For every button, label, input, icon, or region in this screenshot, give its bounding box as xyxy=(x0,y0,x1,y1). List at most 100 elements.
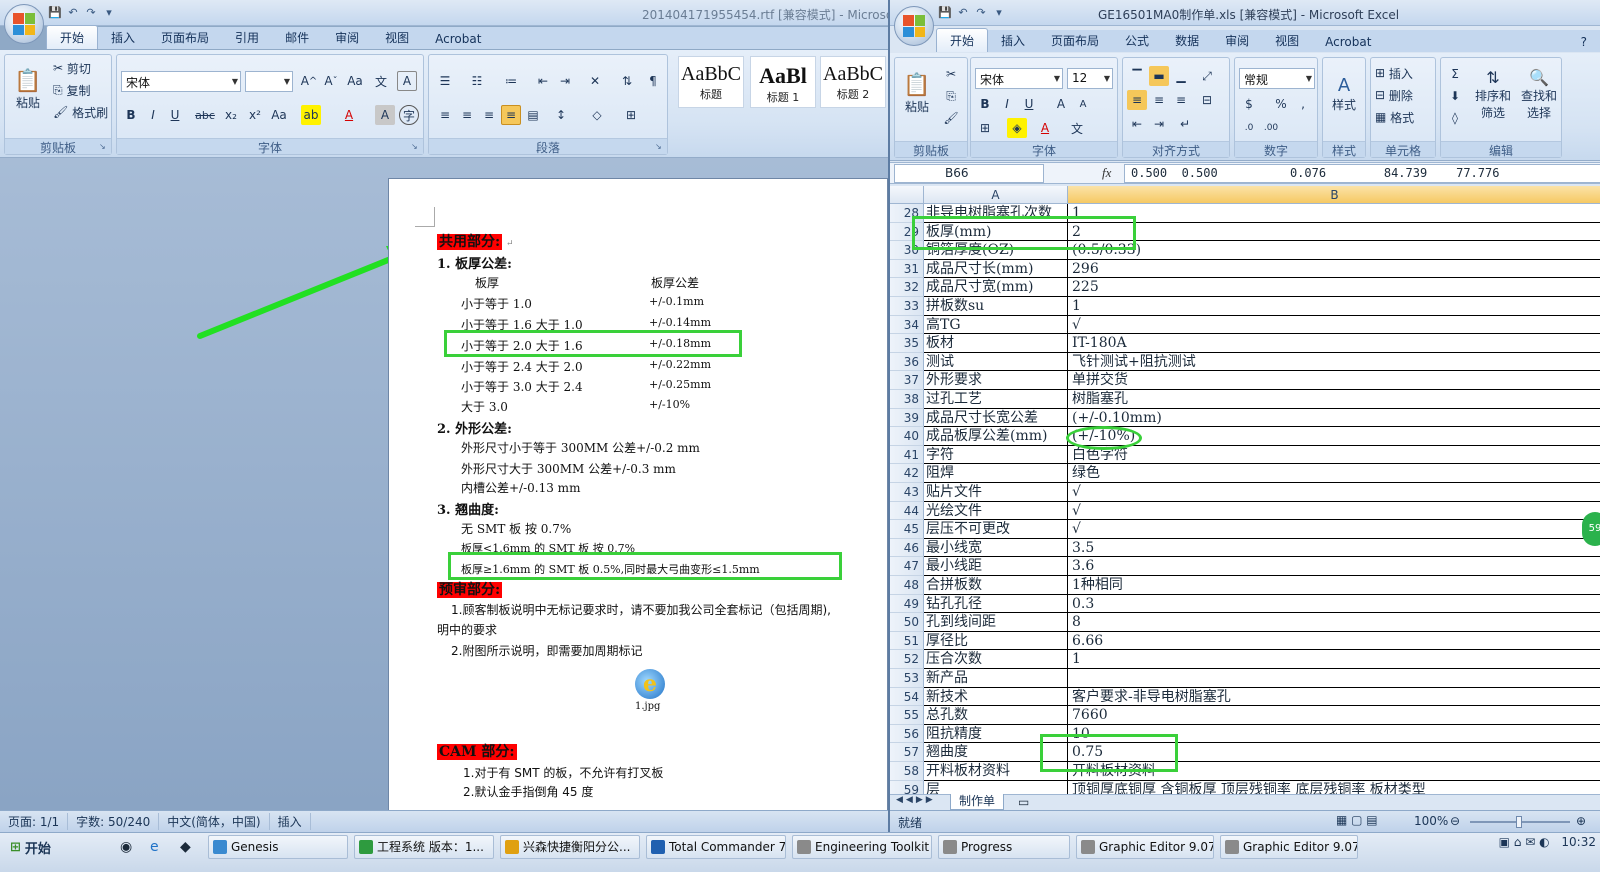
align-right-icon[interactable]: ≡ xyxy=(479,105,499,125)
cell-b[interactable]: 225 xyxy=(1068,278,1600,297)
floating-badge-icon[interactable]: 59 xyxy=(1582,512,1600,546)
sheet-tab-active[interactable]: 制作单 xyxy=(950,794,1005,810)
undo-icon[interactable]: ↶ xyxy=(956,6,970,20)
clear-icon[interactable]: ◊ xyxy=(1445,108,1465,128)
cell-a[interactable]: 层 xyxy=(924,780,1068,794)
cell-a[interactable]: 光绘文件 xyxy=(924,501,1068,521)
status-page[interactable]: 页面: 1/1 xyxy=(0,813,69,830)
percent-icon[interactable]: % xyxy=(1271,94,1291,114)
cut-button[interactable]: ✂ 剪切 xyxy=(53,59,91,77)
cell-a[interactable]: 阻焊 xyxy=(924,464,1068,483)
row-header[interactable]: 56 xyxy=(890,724,924,744)
cell-a[interactable]: 贴片文件 xyxy=(924,483,1068,502)
paste-button[interactable]: 📋 粘贴 xyxy=(9,59,47,121)
font-color-icon[interactable]: A xyxy=(1035,118,1055,138)
clock[interactable]: 10:32 xyxy=(1561,835,1596,849)
taskbar-item[interactable]: Total Commander 7.0... xyxy=(646,835,786,859)
font-size-combo[interactable]: ▼ xyxy=(245,71,293,92)
cell-a[interactable]: 总孔数 xyxy=(924,706,1068,725)
save-icon[interactable]: 💾 xyxy=(48,6,62,20)
enclose-char-icon[interactable]: 字 xyxy=(399,105,419,125)
excel-font-size-combo[interactable]: 12 ▼ xyxy=(1067,68,1113,89)
decrease-indent-icon[interactable]: ⇤ xyxy=(533,71,553,91)
cell-b[interactable]: 1 xyxy=(1068,204,1600,223)
cell-b[interactable]: 1种相同 xyxy=(1068,576,1600,595)
view-buttons-icon[interactable]: ▦ ▢ ▤ xyxy=(1336,813,1378,827)
word-tab-home[interactable]: 开始 xyxy=(46,25,99,49)
row-header[interactable]: 59 xyxy=(890,780,924,794)
cell-b[interactable]: √ xyxy=(1068,316,1600,335)
row-header[interactable]: 44 xyxy=(890,501,924,521)
bold-icon[interactable]: B xyxy=(975,94,995,114)
taskbar-item[interactable]: 兴森快捷衡阳分公... xyxy=(500,835,640,859)
grow-font-icon[interactable]: A xyxy=(1051,94,1071,114)
row-header[interactable]: 41 xyxy=(890,445,924,465)
status-insert-mode[interactable]: 插入 xyxy=(270,813,311,830)
tray-icons[interactable]: ▣ ⌂ ✉ ◐ xyxy=(1499,835,1550,849)
cell-a[interactable]: 过孔工艺 xyxy=(924,390,1068,409)
change-case-icon-2[interactable]: Aa xyxy=(269,105,289,125)
copy-icon[interactable]: ⎘ xyxy=(941,86,961,106)
cell-a[interactable]: 层压不可更改 xyxy=(924,520,1068,539)
zoom-in-icon[interactable]: ⊕ xyxy=(1576,814,1586,828)
cell-a[interactable]: 外形要求 xyxy=(924,371,1068,390)
row-header[interactable]: 33 xyxy=(890,297,924,316)
sheet-nav-arrows-icon[interactable]: ◀◀▶▶ xyxy=(896,795,936,805)
row-header[interactable]: 51 xyxy=(890,631,924,651)
word-tab-insert[interactable]: 插入 xyxy=(98,26,148,49)
char-border-icon[interactable]: A xyxy=(397,71,417,91)
cell-b[interactable]: √ xyxy=(1068,502,1600,521)
cell-a[interactable]: 合拼板数 xyxy=(924,576,1068,595)
fx-icon[interactable]: fx xyxy=(1102,165,1111,181)
row-header[interactable]: 49 xyxy=(890,594,924,614)
taskbar-item[interactable]: Graphic Editor 9.07b2... xyxy=(1220,835,1358,859)
taskbar-item[interactable]: Genesis xyxy=(208,835,348,859)
italic-icon[interactable]: I xyxy=(997,94,1017,114)
cell-b[interactable]: (0.5/0.33) xyxy=(1068,241,1600,260)
cell-b[interactable]: 7660 xyxy=(1068,706,1600,725)
row-header[interactable]: 38 xyxy=(890,390,924,409)
ie-attachment-icon[interactable]: e xyxy=(635,669,665,699)
merge-center-icon[interactable]: ⊟ xyxy=(1197,90,1217,110)
style-title[interactable]: AaBbC 标题 xyxy=(678,56,744,108)
cell-b[interactable]: 客户要求-非导电树脂塞孔 xyxy=(1068,688,1600,707)
cell-b[interactable]: 1 xyxy=(1068,650,1600,669)
taskbar-item[interactable]: 工程系统 版本：1... xyxy=(354,835,494,859)
borders-icon[interactable]: ⊞ xyxy=(975,118,995,138)
start-button[interactable]: ⊞ 开始 xyxy=(2,835,59,859)
cell-a[interactable]: 最小线距 xyxy=(924,557,1068,576)
cell-b[interactable]: √ xyxy=(1068,483,1600,502)
phonetic-guide-icon[interactable]: 文 xyxy=(371,71,391,91)
number-format-combo[interactable]: 常规 ▼ xyxy=(1239,68,1315,89)
row-header[interactable]: 48 xyxy=(890,576,924,595)
redo-icon[interactable]: ↷ xyxy=(84,6,98,20)
cell-b[interactable]: 3.6 xyxy=(1068,557,1600,576)
shrink-font-icon[interactable]: A xyxy=(1073,94,1093,114)
word-tab-references[interactable]: 引用 xyxy=(222,26,272,49)
cell-b[interactable]: (+/-0.10mm) xyxy=(1068,409,1600,428)
cell-b[interactable]: √ xyxy=(1068,520,1600,539)
orientation-icon[interactable]: ⤢ xyxy=(1197,66,1217,86)
excel-tab-insert[interactable]: 插入 xyxy=(988,29,1038,52)
strikethrough-icon[interactable]: abc xyxy=(195,105,215,125)
formula-input[interactable]: 0.500 0.500 0.076 84.739 77.776 xyxy=(1124,164,1600,183)
cell-b[interactable]: 0.3 xyxy=(1068,595,1600,614)
row-header[interactable]: 36 xyxy=(890,352,924,372)
align-middle-icon[interactable]: ▬ xyxy=(1149,66,1169,86)
row-header[interactable]: 31 xyxy=(890,259,924,279)
row-header[interactable]: 43 xyxy=(890,483,924,502)
row-header[interactable]: 50 xyxy=(890,613,924,632)
font-color-icon[interactable]: A xyxy=(339,105,359,125)
borders-icon[interactable]: ⊞ xyxy=(621,105,641,125)
chrome-icon[interactable]: ◉ xyxy=(120,839,132,855)
cell-b[interactable]: 绿色 xyxy=(1068,464,1600,483)
column-header-a[interactable]: A xyxy=(924,186,1068,204)
cell-a[interactable]: 钻孔孔径 xyxy=(924,594,1068,614)
cell-b[interactable]: 3.5 xyxy=(1068,539,1600,558)
new-sheet-icon[interactable]: ▭ xyxy=(1018,795,1029,809)
cell-b[interactable] xyxy=(1068,669,1600,688)
name-box[interactable]: B66 xyxy=(894,164,1044,183)
cell-a[interactable]: 高TG xyxy=(924,315,1068,335)
cell-a[interactable]: 孔到线间距 xyxy=(924,613,1068,632)
align-top-icon[interactable]: ▔ xyxy=(1127,66,1147,86)
